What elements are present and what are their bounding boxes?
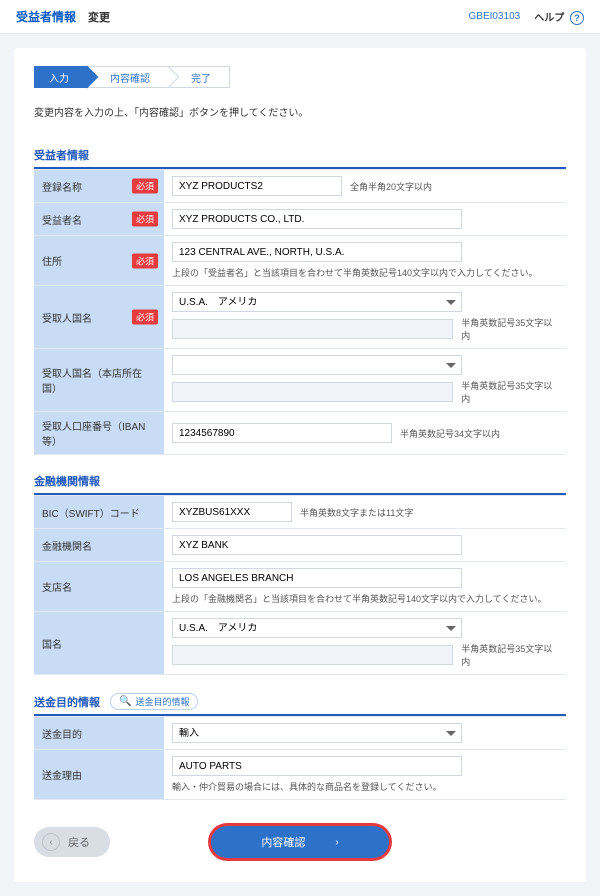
required-badge: 必須 [132, 253, 158, 268]
chevron-left-icon: ‹ [42, 833, 60, 851]
address-hint: 上段の「受益者名」と当該項目を合わせて半角英数記号140文字以内で入力してくださ… [172, 266, 558, 279]
confirm-button[interactable]: 内容確認 › [211, 826, 388, 858]
label-bank-country: 国名 [42, 640, 62, 651]
help-label: ヘルプ [534, 13, 564, 24]
bank-name-input[interactable] [172, 535, 462, 555]
section-bank: 金融機関情報 [34, 473, 566, 495]
section-beneficiary: 受益者情報 [34, 147, 566, 169]
page-title: 受益者情報 [16, 8, 76, 25]
confirm-label: 内容確認 [261, 834, 305, 850]
chevron-right-icon: › [335, 837, 338, 848]
label-recv-country: 受取人国名 [42, 314, 92, 325]
branch-hint: 上段の「金融機関名」と当該項目を合わせて半角英数記号140文字以内で入力してくだ… [172, 592, 558, 605]
bic-hint: 半角英数8文字または11文字 [300, 506, 413, 519]
search-icon: 🔍 [119, 696, 131, 707]
purpose-select[interactable]: 輸入 [172, 723, 462, 743]
required-badge: 必須 [132, 179, 158, 194]
step-input[interactable]: 入力 [34, 66, 88, 88]
help-link[interactable]: ヘルプ ? [534, 9, 584, 25]
required-badge: 必須 [132, 212, 158, 227]
step-confirm[interactable]: 内容確認 [88, 66, 169, 88]
account-hint: 半角英数記号34文字以内 [400, 427, 500, 440]
label-address: 住所 [42, 257, 62, 268]
intro-text: 変更内容を入力の上、「内容確認」ボタンを押してください。 [34, 104, 566, 119]
required-badge: 必須 [132, 310, 158, 325]
bank-country-sub-input[interactable] [172, 645, 453, 665]
label-reg-name: 登録名称 [42, 183, 82, 194]
bene-name-input[interactable] [172, 209, 462, 229]
page-subtitle: 変更 [88, 9, 110, 25]
remit-info-button[interactable]: 🔍 送金目的情報 [110, 693, 198, 710]
label-bene-name: 受益者名 [42, 216, 82, 227]
back-button[interactable]: ‹ 戻る [34, 827, 110, 857]
label-account: 受取人口座番号（IBAN等） [42, 422, 145, 448]
footer-actions: ‹ 戻る 内容確認 › [34, 826, 566, 858]
label-branch: 支店名 [42, 583, 72, 594]
reason-input[interactable] [172, 756, 462, 776]
reg-name-input[interactable] [172, 176, 342, 196]
remit-table: 送金目的 輸入 送金理由 輸入・仲介貿易の場合には、具体的な商品名を登録してくだ… [34, 716, 566, 800]
address-input[interactable] [172, 242, 462, 262]
origin-country-sub-hint: 半角英数記号35文字以内 [461, 379, 558, 405]
bank-country-sub-hint: 半角英数記号35文字以内 [461, 642, 558, 668]
beneficiary-table: 登録名称必須 全角半角20文字以内 受益者名必須 住所必須 上段の「受益者名」と… [34, 169, 566, 455]
bank-table: BIC（SWIFT）コード 半角英数8文字または11文字 金融機関名 支店名 上… [34, 495, 566, 675]
remit-info-label: 送金目的情報 [135, 695, 189, 708]
branch-input[interactable] [172, 568, 462, 588]
label-origin-country: 受取人国名（本店所在国） [42, 369, 142, 395]
screen-id: GBEI03103 [469, 11, 521, 22]
recv-country-sub-hint: 半角英数記号35文字以内 [461, 316, 558, 342]
label-bic: BIC（SWIFT）コード [42, 509, 140, 520]
label-reason: 送金理由 [42, 771, 82, 782]
origin-country-select[interactable] [172, 355, 462, 375]
main-card: 入力 内容確認 完了 変更内容を入力の上、「内容確認」ボタンを押してください。 … [14, 48, 586, 882]
recv-country-select[interactable]: U.S.A. アメリカ [172, 292, 462, 312]
top-bar: 受益者情報 変更 GBEI03103 ヘルプ ? [0, 0, 600, 34]
back-label: 戻る [68, 834, 90, 850]
reg-name-hint: 全角半角20文字以内 [350, 180, 432, 193]
reason-hint: 輸入・仲介貿易の場合には、具体的な商品名を登録してください。 [172, 780, 558, 793]
bank-country-select[interactable]: U.S.A. アメリカ [172, 618, 462, 638]
recv-country-sub-input[interactable] [172, 319, 453, 339]
origin-country-sub-input[interactable] [172, 382, 453, 402]
bic-input[interactable] [172, 502, 292, 522]
wizard-steps: 入力 内容確認 完了 [34, 66, 566, 88]
label-purpose: 送金目的 [42, 730, 82, 741]
account-input[interactable] [172, 423, 392, 443]
help-icon: ? [570, 11, 584, 25]
label-bank-name: 金融機関名 [42, 542, 92, 553]
section-remit: 送金目的情報 [34, 694, 100, 710]
